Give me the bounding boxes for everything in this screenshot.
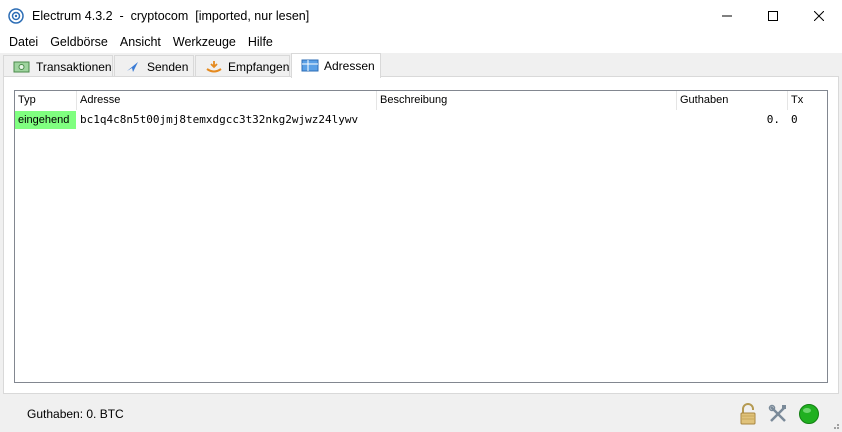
address-cell: bc1q4c8n5t00jmj8temxdgcc3t32nkg2wjwz24ly… <box>80 113 359 126</box>
close-button[interactable] <box>796 0 842 31</box>
table-row[interactable]: eingehend bc1q4c8n5t00jmj8temxdgcc3t32nk… <box>15 111 827 129</box>
close-icon <box>814 10 824 21</box>
menu-datei[interactable]: Datei <box>3 31 44 53</box>
tx-count-cell: 0 <box>791 113 798 126</box>
addresses-table[interactable]: Typ Adresse Beschreibung Guthaben Tx ein… <box>14 90 828 383</box>
transactions-icon <box>13 60 31 74</box>
maximize-button[interactable] <box>750 0 796 31</box>
menu-ansicht[interactable]: Ansicht <box>114 31 167 53</box>
table-header: Typ Adresse Beschreibung Guthaben Tx <box>15 91 827 110</box>
status-bar: Guthaben: 0. BTC <box>0 398 842 432</box>
title-bar: Electrum 4.3.2 - cryptocom [imported, nu… <box>0 0 842 31</box>
tab-adressen[interactable]: Adressen <box>291 53 381 78</box>
description-cell <box>377 111 677 129</box>
menu-geldboerse[interactable]: Geldbörse <box>44 31 114 53</box>
column-header-beschreibung[interactable]: Beschreibung <box>377 91 677 110</box>
receive-icon <box>205 60 223 74</box>
send-icon <box>124 60 142 74</box>
tab-label: Adressen <box>324 59 375 73</box>
addresses-icon <box>301 59 319 73</box>
tab-senden[interactable]: Senden <box>114 55 194 77</box>
size-grip-icon[interactable] <box>830 420 840 430</box>
lock-icon[interactable] <box>737 403 759 425</box>
column-header-tx[interactable]: Tx <box>788 91 827 110</box>
menu-werkzeuge[interactable]: Werkzeuge <box>167 31 242 53</box>
menu-bar: Datei Geldbörse Ansicht Werkzeuge Hilfe <box>0 31 842 53</box>
column-header-guthaben[interactable]: Guthaben <box>677 91 788 110</box>
address-type-cell: eingehend <box>15 111 76 129</box>
window-title: Electrum 4.3.2 - cryptocom [imported, nu… <box>32 8 310 23</box>
balance-cell: 0. <box>766 113 780 126</box>
column-header-typ[interactable]: Typ <box>15 91 77 110</box>
tab-label: Senden <box>147 59 189 74</box>
balance-status: Guthaben: 0. BTC <box>27 407 124 421</box>
menu-hilfe[interactable]: Hilfe <box>242 31 279 53</box>
network-status-icon[interactable] <box>798 403 820 425</box>
minimize-icon <box>722 15 732 16</box>
minimize-button[interactable] <box>704 0 750 31</box>
addresses-panel: Typ Adresse Beschreibung Guthaben Tx ein… <box>3 76 839 394</box>
tab-label: Transaktionen <box>36 59 112 74</box>
tools-icon[interactable] <box>767 403 789 425</box>
window-controls <box>704 0 842 31</box>
electrum-logo-icon <box>8 7 24 24</box>
column-header-adresse[interactable]: Adresse <box>77 91 377 110</box>
tab-bar: Transaktionen Senden Empfangen Adressen <box>0 53 842 78</box>
tab-transaktionen[interactable]: Transaktionen <box>3 55 113 77</box>
maximize-icon <box>768 10 778 21</box>
tab-empfangen[interactable]: Empfangen <box>195 55 290 77</box>
tab-label: Empfangen <box>228 59 290 74</box>
